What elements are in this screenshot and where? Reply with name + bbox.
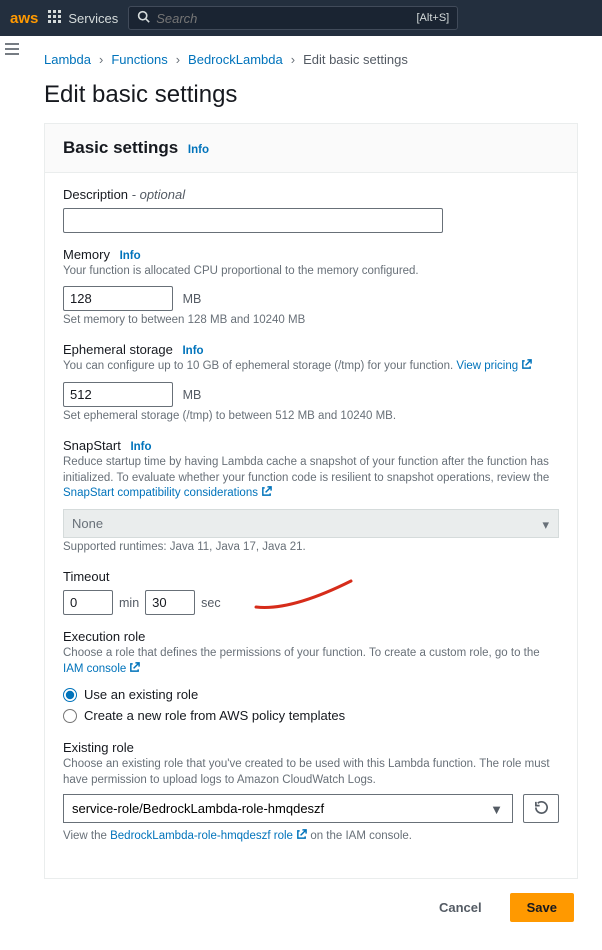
storage-info-link[interactable]: Info [182,345,203,357]
description-optional: - optional [128,187,185,202]
timeout-row: Timeout min sec [63,569,559,615]
aws-logo[interactable]: aws [10,10,38,27]
breadcrumb-functions[interactable]: Functions [111,52,167,67]
storage-input[interactable] [63,382,173,407]
chevron-right-icon: › [291,52,295,67]
view-role-link[interactable]: BedrockLambda-role-hmqdeszf role [110,830,293,842]
top-nav: aws Services [Alt+S] [0,0,602,36]
grid-icon [48,10,62,27]
timeout-sec-input[interactable] [145,590,195,615]
cancel-button[interactable]: Cancel [423,893,498,922]
memory-help: Your function is allocated CPU proportio… [63,264,559,280]
snapstart-select[interactable]: None [63,509,559,538]
storage-hint: Set ephemeral storage (/tmp) to between … [63,409,559,425]
storage-unit: MB [183,388,202,402]
timeout-label: Timeout [63,569,559,584]
memory-info-link[interactable]: Info [120,250,141,262]
page-title: Edit basic settings [44,81,578,109]
search-input[interactable] [156,11,416,26]
external-link-icon [261,486,272,503]
existing-role-label: Existing role [63,740,559,755]
snapstart-considerations-link[interactable]: SnapStart compatibility considerations [63,487,258,499]
execution-role-row: Execution role Choose a role that define… [63,629,559,726]
existing-role-select[interactable]: service-role/BedrockLambda-role-hmqdeszf [63,794,513,823]
breadcrumb-lambda[interactable]: Lambda [44,52,91,67]
timeout-min-unit: min [119,596,139,610]
memory-label: Memory [63,247,110,262]
refresh-button[interactable] [523,794,559,823]
description-label: Description [63,187,128,202]
footer-actions: Cancel Save [44,879,578,926]
existing-role-help: Choose an existing role that you've crea… [63,757,559,788]
execution-role-help: Choose a role that defines the permissio… [63,646,559,678]
external-link-icon [296,829,307,846]
chevron-right-icon: › [99,52,103,67]
search-icon [137,10,150,26]
radio-create-new-role[interactable]: Create a new role from AWS policy templa… [63,705,559,726]
existing-role-row: Existing role Choose an existing role th… [63,740,559,846]
services-menu[interactable]: Services [48,10,118,27]
breadcrumb: Lambda › Functions › BedrockLambda › Edi… [44,52,578,67]
radio-create-new-input[interactable] [63,709,77,723]
memory-unit: MB [183,292,202,306]
radio-use-existing-input[interactable] [63,688,77,702]
card-title: Basic settings [63,138,178,157]
search-bar[interactable]: [Alt+S] [128,6,458,30]
search-shortcut: [Alt+S] [417,12,450,24]
snapstart-row: SnapStart Info Reduce startup time by ha… [63,438,559,555]
timeout-sec-unit: sec [201,596,220,610]
refresh-icon [534,800,549,818]
breadcrumb-function-name[interactable]: BedrockLambda [188,52,283,67]
view-role-text: View the BedrockLambda-role-hmqdeszf rol… [63,829,559,846]
storage-row: Ephemeral storage Info You can configure… [63,342,559,424]
radio-use-existing-role[interactable]: Use an existing role [63,684,559,705]
basic-settings-card: Basic settings Info Description - option… [44,123,578,879]
external-link-icon [129,662,140,679]
chevron-right-icon: › [176,52,180,67]
description-input[interactable] [63,208,443,233]
info-link[interactable]: Info [188,144,209,156]
memory-input[interactable] [63,286,173,311]
card-header: Basic settings Info [45,124,577,173]
save-button[interactable]: Save [510,893,574,922]
view-pricing-link[interactable]: View pricing [456,360,518,372]
snapstart-hint: Supported runtimes: Java 11, Java 17, Ja… [63,540,559,556]
storage-help: You can configure up to 10 GB of ephemer… [63,359,559,376]
external-link-icon [521,359,532,376]
storage-label: Ephemeral storage [63,342,173,357]
snapstart-help: Reduce startup time by having Lambda cac… [63,455,559,503]
timeout-min-input[interactable] [63,590,113,615]
memory-row: Memory Info Your function is allocated C… [63,247,559,328]
breadcrumb-current: Edit basic settings [303,52,408,67]
execution-role-label: Execution role [63,629,559,644]
description-row: Description - optional [63,187,559,233]
snapstart-label: SnapStart [63,438,121,453]
iam-console-link[interactable]: IAM console [63,663,126,675]
snapstart-info-link[interactable]: Info [130,441,151,453]
services-label: Services [68,11,118,26]
memory-hint: Set memory to between 128 MB and 10240 M… [63,313,559,329]
